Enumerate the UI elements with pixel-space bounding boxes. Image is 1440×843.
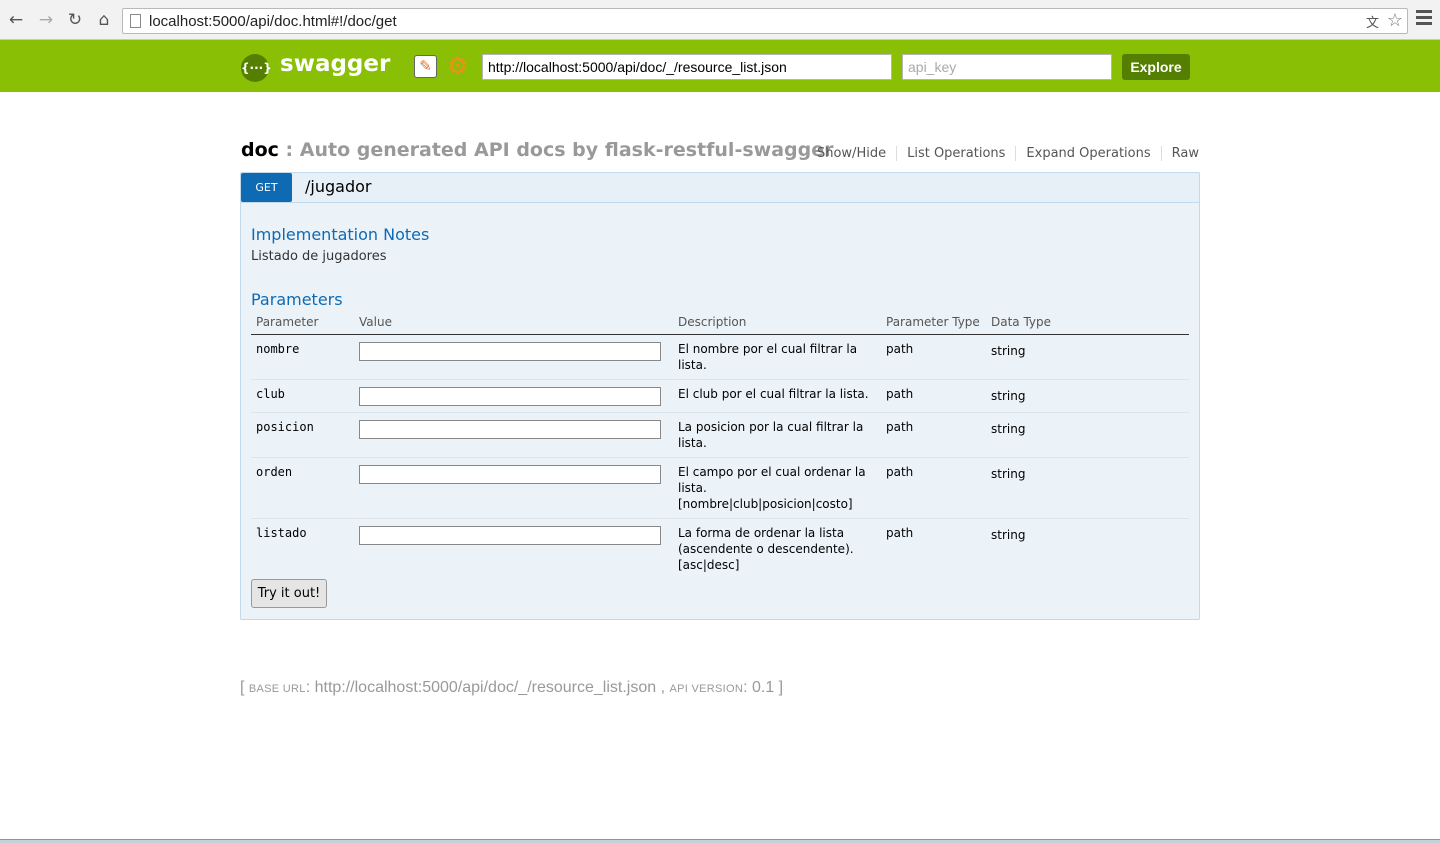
param-type: path — [881, 412, 986, 458]
param-value-input-club[interactable] — [359, 386, 661, 406]
param-name: posicion — [251, 412, 354, 458]
implementation-notes-title: Implementation Notes — [251, 225, 430, 244]
column-header: Parameter Type — [881, 313, 986, 335]
extension-gear-icon[interactable]: ⚙ — [447, 52, 469, 80]
os-taskbar — [0, 839, 1440, 843]
table-row: listado La forma de ordenar la lista (as… — [251, 518, 1189, 579]
table-row: posicion La posicion por la cual filtrar… — [251, 412, 1189, 458]
column-header: Description — [673, 313, 881, 335]
param-name: nombre — [251, 334, 354, 380]
discovery-url-input[interactable]: http://localhost:5000/api/doc/_/resource… — [482, 54, 892, 80]
api-version: 0.1 — [751, 679, 775, 696]
param-type: path — [886, 525, 914, 540]
home-icon[interactable]: ⌂ — [94, 10, 114, 30]
resource-links: Show/Hide List Operations Expand Operation… — [807, 146, 1199, 161]
param-options: [nombre|club|posicion|costo] — [678, 496, 853, 511]
param-description: El nombre por el cual filtrar la lista. — [673, 334, 881, 380]
table-row: orden El campo por el cual ordenar la li… — [251, 457, 1189, 519]
reload-icon[interactable]: ↻ — [65, 10, 85, 30]
swagger-logo-text[interactable]: swagger — [280, 51, 390, 77]
resource-name[interactable]: doc — [241, 139, 279, 161]
bookmark-star-icon[interactable]: ☆ — [1387, 10, 1403, 31]
column-header: Parameter — [251, 313, 354, 335]
param-options: [asc|desc] — [678, 557, 740, 572]
param-value-input-orden[interactable] — [359, 464, 661, 484]
browser-toolbar: ← → ↻ ⌂ localhost:5000/api/doc.html#!/do… — [0, 0, 1440, 40]
table-row: club El club por el cual filtrar la list… — [251, 379, 1189, 413]
data-type: string — [986, 457, 1189, 519]
browser-menu-icon[interactable] — [1416, 10, 1432, 26]
swagger-header: {···} swagger ✎ ⚙ http://localhost:5000/… — [0, 40, 1440, 92]
column-header: Value — [354, 313, 673, 335]
operation-heading[interactable]: GET /jugador — [241, 173, 1199, 203]
column-header: Data Type — [986, 313, 1189, 335]
implementation-notes-text: Listado de jugadores — [251, 249, 387, 264]
parameters-title: Parameters — [251, 290, 343, 309]
raw-link[interactable]: Raw — [1162, 146, 1199, 161]
translate-icon[interactable]: 文 — [1366, 12, 1379, 31]
back-icon[interactable]: ← — [6, 10, 26, 30]
data-type: string — [986, 412, 1189, 458]
page-icon — [130, 14, 141, 28]
param-description: El club por el cual filtrar la lista. — [673, 379, 881, 413]
expand-operations-link[interactable]: Expand Operations — [1016, 146, 1162, 161]
table-header-row: Parameter Value Description Parameter Ty… — [251, 313, 1189, 335]
try-it-out-button[interactable]: Try it out! — [251, 579, 327, 608]
operation-panel: GET /jugador Implementation Notes Listad… — [240, 172, 1200, 620]
resource-description: Auto generated API docs by flask-restful… — [299, 139, 834, 161]
param-type: path — [881, 457, 986, 519]
base-url-label: base url — [248, 683, 306, 695]
param-description: La forma de ordenar la lista (ascendente… — [678, 525, 854, 572]
api-key-input[interactable]: api_key — [902, 54, 1112, 80]
address-bar[interactable]: localhost:5000/api/doc.html#!/doc/get 文 … — [122, 8, 1408, 34]
data-type: string — [991, 527, 1026, 542]
resource-title: doc : Auto generated API docs by flask-r… — [241, 139, 833, 161]
swagger-logo-icon[interactable]: {···} — [241, 54, 272, 82]
param-value-input-posicion[interactable] — [359, 419, 661, 439]
api-info-footer: [ base url: http://localhost:5000/api/do… — [240, 679, 784, 696]
resource-separator: : — [278, 139, 300, 161]
table-row: nombre El nombre por el cual filtrar la … — [251, 334, 1189, 380]
param-type: path — [881, 334, 986, 380]
param-name: club — [251, 379, 354, 413]
data-type: string — [986, 379, 1189, 413]
address-url[interactable]: localhost:5000/api/doc.html#!/doc/get — [149, 13, 397, 30]
base-url: http://localhost:5000/api/doc/_/resource… — [314, 679, 657, 696]
parameters-table: Parameter Value Description Parameter Ty… — [251, 313, 1189, 579]
param-value-input-nombre[interactable] — [359, 341, 661, 361]
http-method-badge[interactable]: GET — [241, 173, 292, 202]
api-version-label: api version — [669, 683, 744, 695]
show-hide-link[interactable]: Show/Hide — [807, 146, 898, 161]
param-value-input-listado[interactable] — [359, 525, 661, 545]
param-description: La posicion por la cual filtrar la lista… — [673, 412, 881, 458]
extension-wrench-icon[interactable]: ✎ — [414, 55, 437, 78]
param-description: El campo por el cual ordenar la lista. [n… — [673, 457, 881, 519]
param-name: listado — [256, 525, 307, 540]
forward-icon[interactable]: → — [36, 10, 56, 30]
operation-path[interactable]: /jugador — [305, 177, 371, 196]
param-name: orden — [251, 457, 354, 519]
param-type: path — [881, 379, 986, 413]
list-operations-link[interactable]: List Operations — [897, 146, 1017, 161]
explore-button[interactable]: Explore — [1122, 54, 1190, 80]
data-type: string — [986, 334, 1189, 380]
